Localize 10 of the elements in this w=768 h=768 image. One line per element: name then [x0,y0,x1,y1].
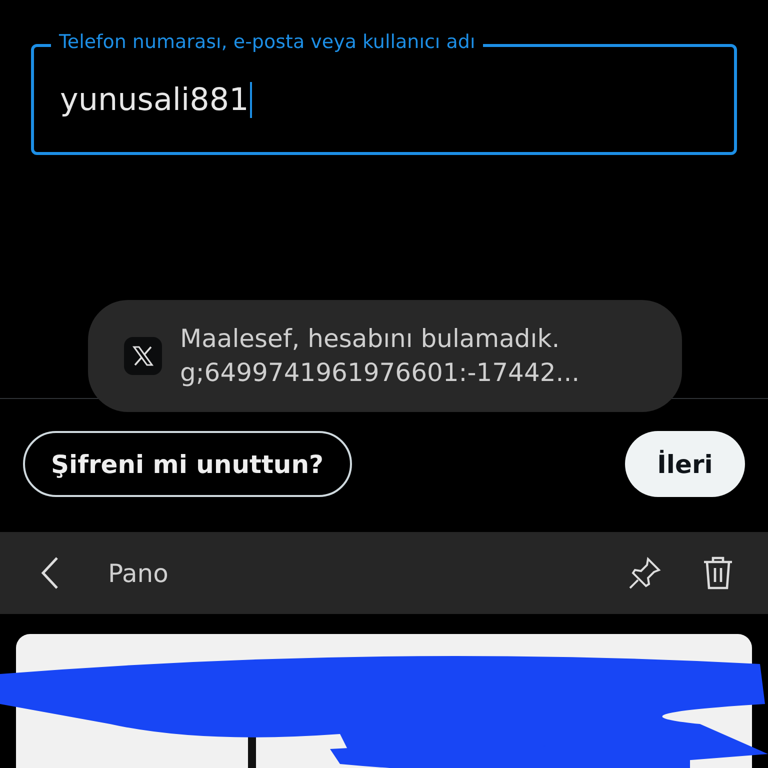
forgot-password-button[interactable]: Şifreni mi unuttun? [23,431,352,497]
clipboard-title: Pano [108,558,170,588]
field-label: Telefon numarası, e-posta veya kullanıcı adı [51,31,484,53]
next-button[interactable]: İleri [625,431,745,497]
app-icon [124,337,162,375]
toast-text: Maalesef, hesabını bulamadık. [180,323,561,356]
back-icon[interactable] [40,556,60,590]
toast-text: g;6499741961976601:-17442... [180,357,580,389]
pin-icon[interactable] [628,556,662,590]
delete-icon[interactable] [702,555,734,591]
